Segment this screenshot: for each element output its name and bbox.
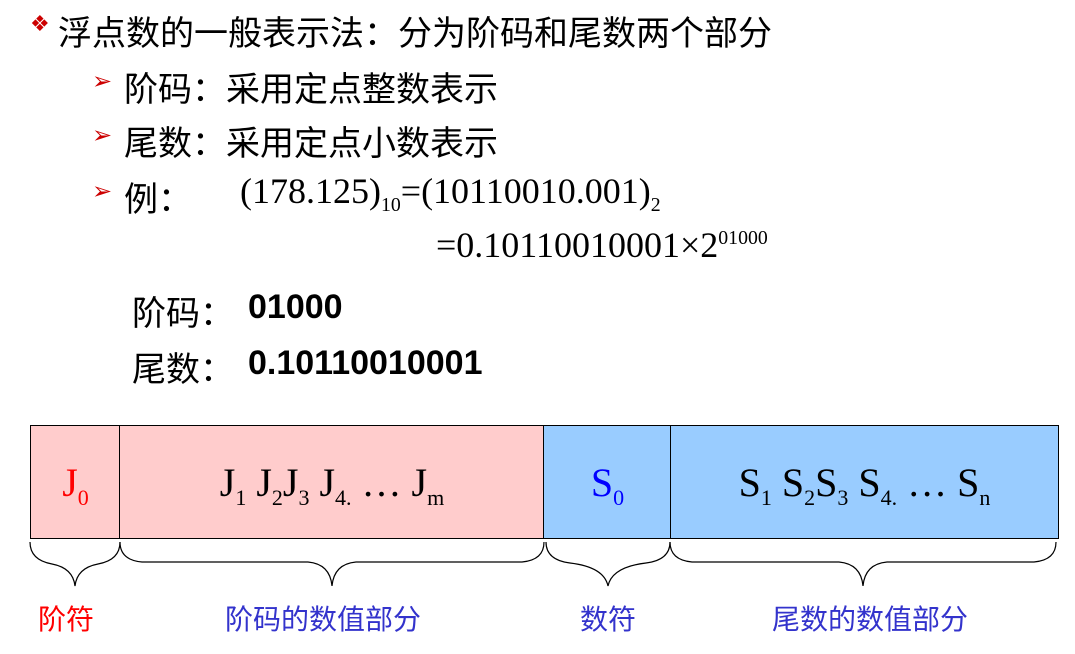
box-mantissa-sign: S0 <box>543 425 672 539</box>
label-exponent-sign: 阶符 <box>38 603 95 636</box>
example-binary: =(10110010.001) <box>400 171 651 211</box>
brace-exponent-value <box>119 541 545 587</box>
subitem-exponent: 阶码：采用定点整数表示 <box>124 70 498 110</box>
result-mantissa-label: 尾数： <box>132 350 234 390</box>
example-base-10: 10 <box>380 194 401 217</box>
diamond-bullet-icon: ❖ <box>30 12 50 37</box>
s0-text: S0 <box>590 459 625 510</box>
times-sign: × <box>679 225 701 265</box>
example-line-1: (178.125)10=(10110010.001)2 <box>240 170 661 215</box>
power-exponent: 01000 <box>718 227 768 249</box>
brace-exponent-sign <box>29 541 121 587</box>
result-mantissa-value: 0.10110010001 <box>248 344 483 382</box>
j0-text: J0 <box>62 459 89 510</box>
brace-mantissa-value <box>669 541 1057 587</box>
example-line-2: =0.10110010001×201000 <box>436 224 768 266</box>
arrow-bullet-icon: ➢ <box>92 67 113 95</box>
mantissa-bits-text: S1 S2S3 S4. … Sn <box>738 459 991 510</box>
exponent-bits-text: J1 J2J3 J4. … Jm <box>219 459 445 510</box>
subitem-mantissa: 尾数：采用定点小数表示 <box>124 124 498 164</box>
example-decimal: (178.125) <box>240 171 381 211</box>
example-normalized: =0.10110010001 <box>436 225 680 265</box>
result-exponent-label: 阶码： <box>132 294 234 334</box>
power-base: 2 <box>700 225 719 265</box>
arrow-bullet-icon: ➢ <box>92 121 113 149</box>
example-base-2: 2 <box>650 194 661 217</box>
label-exponent-value: 阶码的数值部分 <box>225 603 422 636</box>
box-exponent-value: J1 J2J3 J4. … Jm <box>119 425 545 539</box>
subitem-example: 例： <box>124 180 192 220</box>
heading-text: 浮点数的一般表示法：分为阶码和尾数两个部分 <box>58 14 772 54</box>
result-exponent-value: 01000 <box>248 288 343 326</box>
box-mantissa-value: S1 S2S3 S4. … Sn <box>670 425 1059 539</box>
box-exponent-sign: J0 <box>30 425 121 539</box>
brace-mantissa-sign <box>545 541 671 587</box>
arrow-bullet-icon: ➢ <box>92 177 113 205</box>
label-mantissa-sign: 数符 <box>580 603 637 636</box>
label-mantissa-value: 尾数的数值部分 <box>772 603 969 636</box>
